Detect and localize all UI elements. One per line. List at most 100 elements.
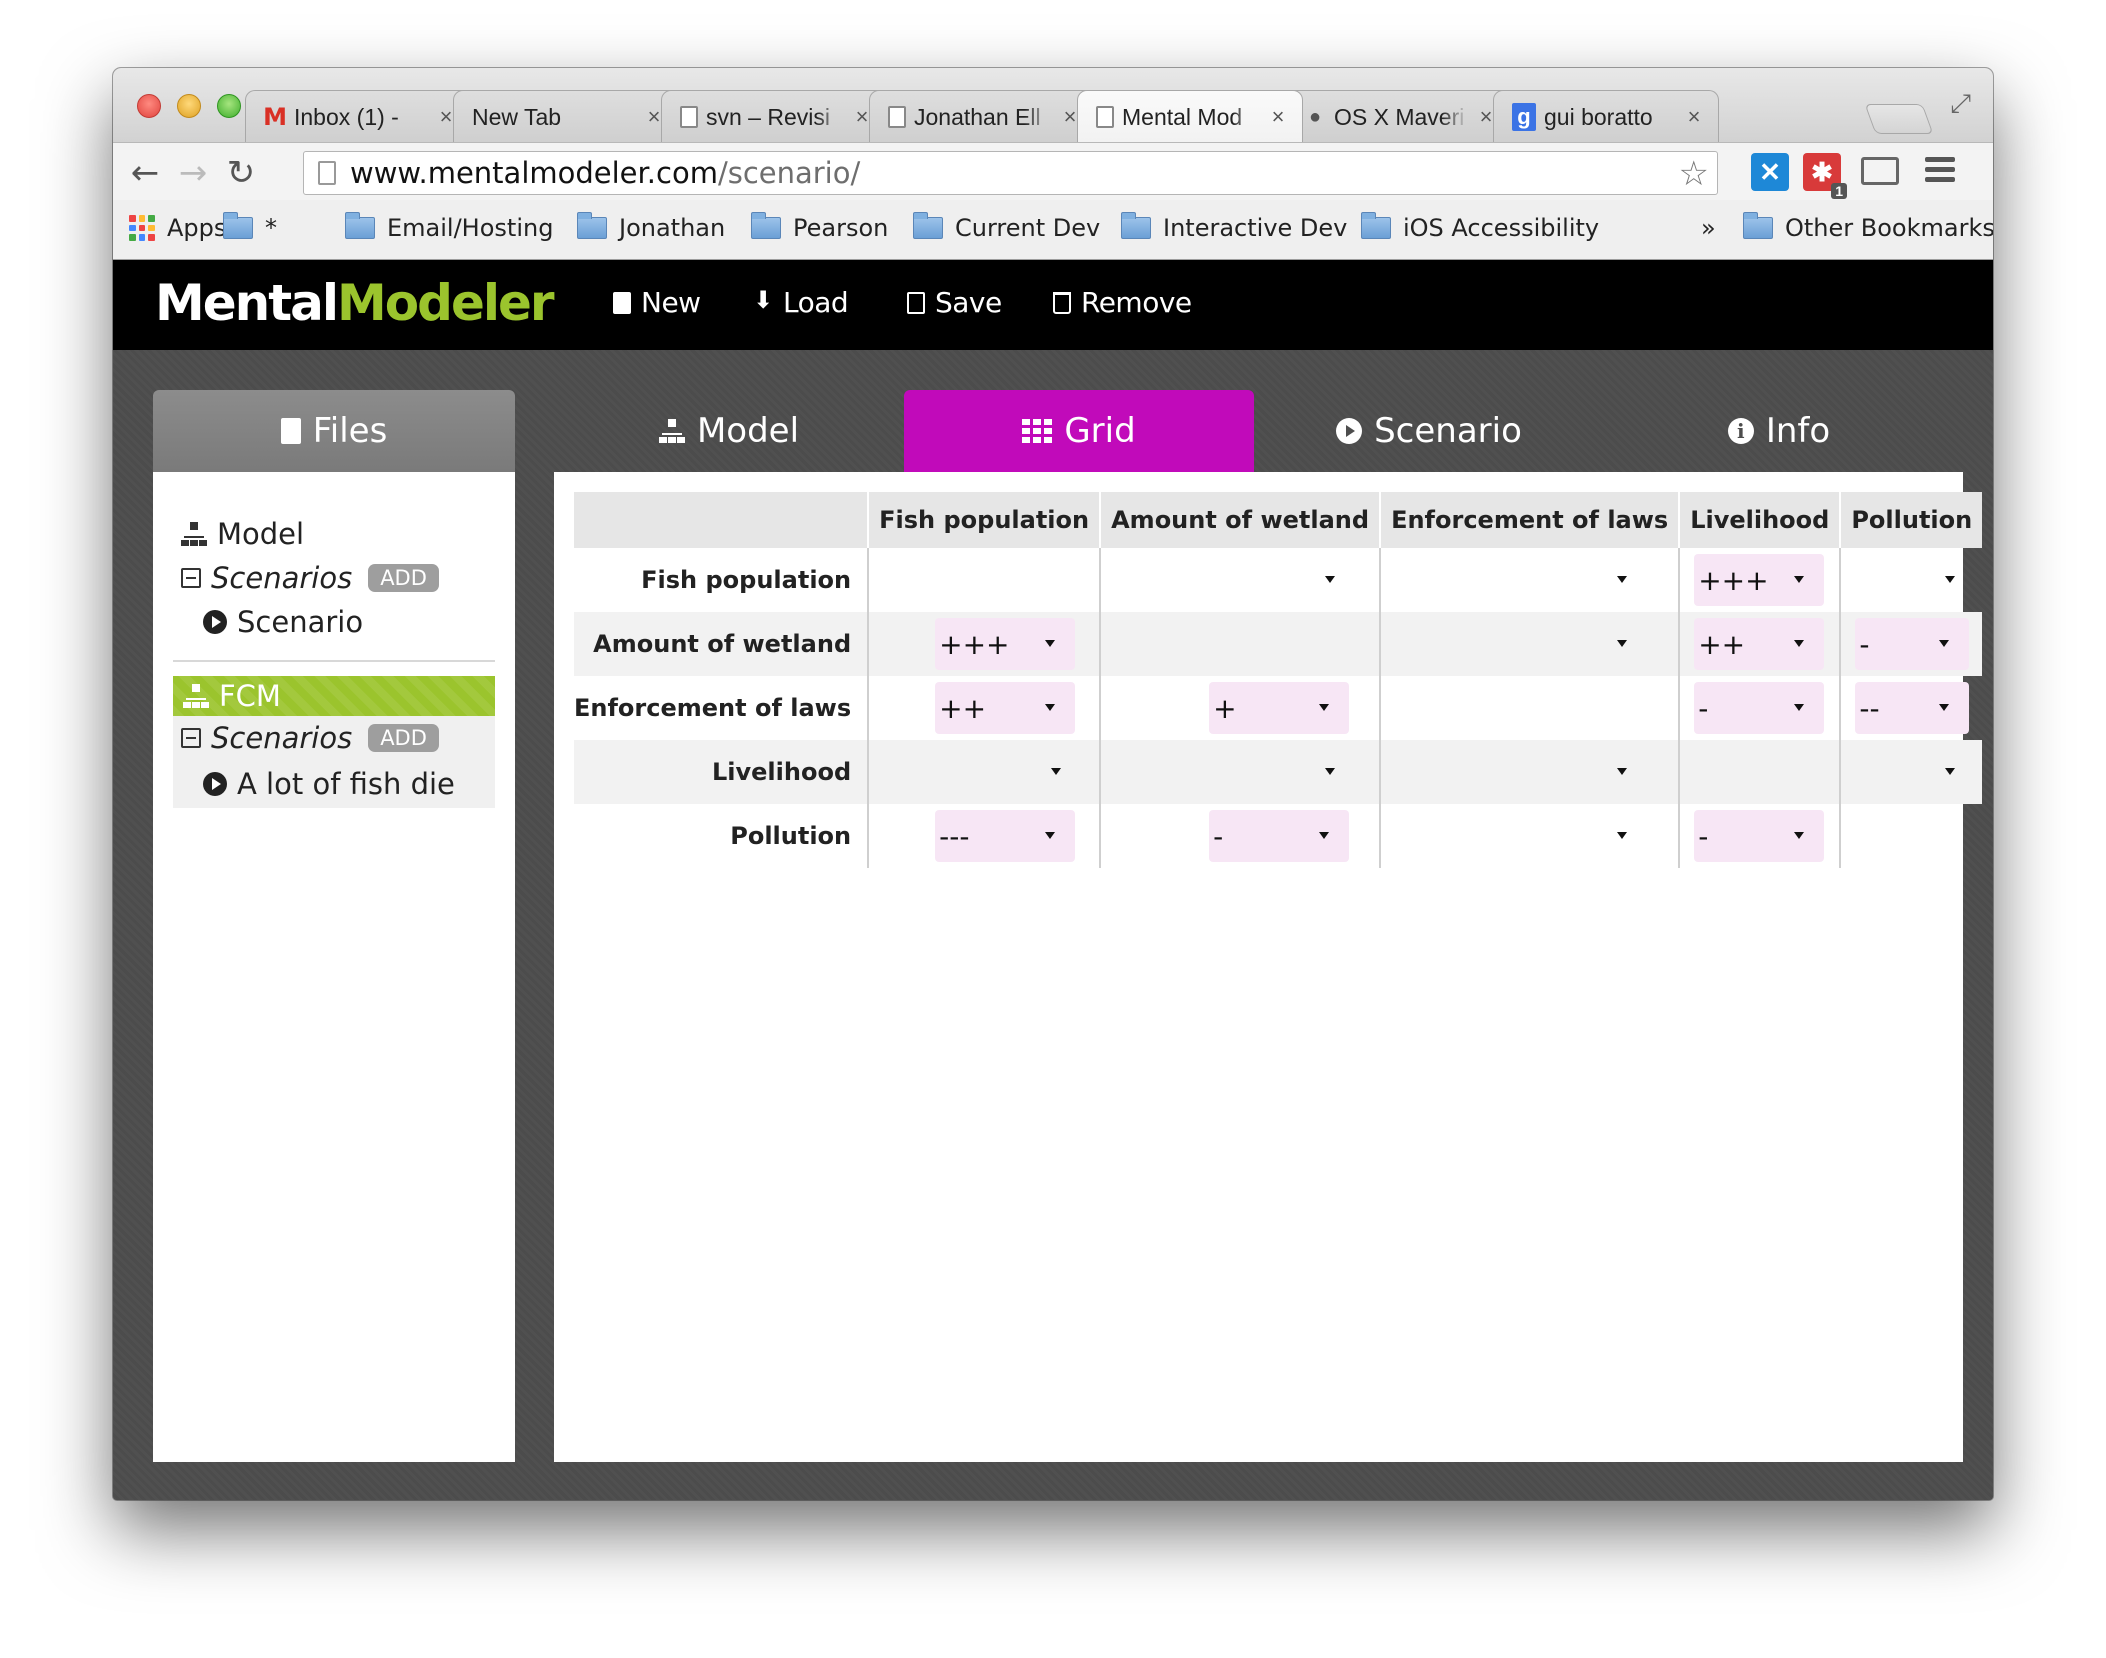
extension-icon[interactable]: ✕ <box>1751 153 1789 191</box>
tab-info[interactable]: i Info <box>1604 390 1954 472</box>
browser-tab[interactable]: g gui boratto × <box>1493 90 1719 142</box>
browser-window: M Inbox (1) - × New Tab × svn – Revisi × Jonath… <box>113 68 1993 1500</box>
relationship-dropdown[interactable]: -- <box>1855 682 1970 734</box>
tree-item-scenarios[interactable]: Scenarios ADD <box>173 556 495 600</box>
bookmark-folder[interactable]: iOS Accessibility <box>1361 212 1599 242</box>
forward-icon[interactable]: → <box>173 153 213 193</box>
caret-down-icon <box>1045 640 1056 647</box>
tab-title: Mental Mod <box>1122 103 1243 130</box>
relationship-dropdown[interactable] <box>981 746 1081 798</box>
bookmark-label: Email/Hosting <box>387 214 554 242</box>
bookmark-folder-star[interactable]: * <box>223 212 277 242</box>
bookmark-other[interactable]: Other Bookmarks <box>1743 212 1993 242</box>
remove-button[interactable]: Remove <box>1053 286 1192 319</box>
bookmark-apps[interactable]: Apps <box>129 214 226 242</box>
minimize-window-button[interactable] <box>177 94 201 118</box>
tree-item-scenarios[interactable]: Scenarios ADD <box>173 716 495 760</box>
relationship-dropdown[interactable] <box>1547 746 1647 798</box>
reload-icon[interactable]: ↻ <box>221 153 261 193</box>
page-icon <box>318 161 336 185</box>
relationship-dropdown[interactable] <box>1547 618 1647 670</box>
bookmark-folder[interactable]: Pearson <box>751 212 889 242</box>
folder-icon <box>751 212 781 239</box>
bookmark-star-icon[interactable]: ☆ <box>1679 154 1709 194</box>
files-label: Files <box>312 411 388 451</box>
relationship-dropdown[interactable]: ++ <box>935 682 1076 734</box>
browser-tab[interactable]: Mental Mod × <box>1077 90 1303 142</box>
collapse-icon[interactable] <box>181 728 201 748</box>
tree-item-scenario[interactable]: A lot of fish die <box>173 760 495 808</box>
relationship-dropdown[interactable] <box>1875 746 1975 798</box>
bookmark-folder[interactable]: Interactive Dev <box>1121 212 1348 242</box>
grid-cell <box>1379 804 1680 868</box>
add-scenario-button[interactable]: ADD <box>368 724 439 752</box>
bookmark-label: Interactive Dev <box>1163 214 1348 242</box>
browser-tab[interactable]: ● OS X Maveri × <box>1285 90 1511 142</box>
close-tab-icon[interactable]: × <box>1684 104 1704 130</box>
relationship-dropdown[interactable]: +++ <box>935 618 1076 670</box>
tree-item-fcm[interactable]: FCM <box>173 676 495 716</box>
menu-icon[interactable] <box>1925 157 1955 187</box>
grid-cell <box>1379 740 1680 804</box>
grid-cell <box>1099 740 1381 804</box>
tab-files[interactable]: Files <box>153 390 515 472</box>
relationship-dropdown[interactable] <box>1255 746 1355 798</box>
bookmark-folder[interactable]: Jonathan <box>577 212 725 242</box>
files-panel: Model Scenarios ADD Scenario FCM Scenari… <box>153 472 515 1462</box>
page-icon <box>888 106 906 128</box>
app-area: MentalModeler New Load Save Remove Files <box>113 260 1993 1500</box>
browser-tab[interactable]: Jonathan Ell × <box>869 90 1095 142</box>
bookmark-folder[interactable]: Current Dev <box>913 212 1101 242</box>
tab-title: Jonathan Ell <box>914 103 1041 130</box>
tree-item-model[interactable]: Model <box>173 512 495 556</box>
close-window-button[interactable] <box>137 94 161 118</box>
relationship-dropdown[interactable] <box>1255 554 1355 606</box>
caret-down-icon <box>1794 576 1805 583</box>
relationship-dropdown[interactable]: + <box>1209 682 1350 734</box>
collapse-icon[interactable] <box>181 568 201 588</box>
relationship-dropdown[interactable]: - <box>1855 618 1970 670</box>
relationship-dropdown[interactable]: - <box>1694 682 1825 734</box>
grid-row: Enforcement of laws ++ + - -- <box>574 676 1983 740</box>
grid-cell: ++ <box>1678 612 1841 676</box>
caret-down-icon <box>1617 832 1628 839</box>
browser-tab[interactable]: New Tab × <box>453 90 679 142</box>
relationship-dropdown[interactable]: - <box>1694 810 1825 862</box>
load-button[interactable]: Load <box>753 286 849 320</box>
bookmarks-overflow-button[interactable]: » <box>1701 214 1716 242</box>
relationship-dropdown[interactable]: --- <box>935 810 1076 862</box>
dropdown-value: ++ <box>1698 627 1746 661</box>
back-icon[interactable]: ← <box>125 153 165 193</box>
tab-model[interactable]: Model <box>554 390 904 472</box>
extension-icon[interactable]: ✱ 1 <box>1803 153 1847 199</box>
browser-tab[interactable]: M Inbox (1) - × <box>245 90 471 142</box>
address-bar[interactable]: www.mentalmodeler.com/scenario/ ☆ <box>303 151 1718 195</box>
relationship-dropdown[interactable]: - <box>1209 810 1350 862</box>
browser-tab[interactable]: svn – Revisi × <box>661 90 887 142</box>
tab-grid[interactable]: Grid <box>904 390 1254 472</box>
add-scenario-button[interactable]: ADD <box>368 564 439 592</box>
caret-down-icon <box>1051 768 1062 775</box>
page-icon <box>680 106 698 128</box>
relationship-dropdown[interactable] <box>1547 554 1647 606</box>
page-icon <box>1096 106 1114 128</box>
relationship-dropdown[interactable]: +++ <box>1694 554 1825 606</box>
tab-title: OS X Maveri <box>1334 103 1465 130</box>
relationship-dropdown[interactable] <box>1547 810 1647 862</box>
new-button[interactable]: New <box>613 286 701 319</box>
cast-icon[interactable] <box>1861 157 1899 185</box>
bookmark-folder[interactable]: Email/Hosting <box>345 212 554 242</box>
close-tab-icon[interactable]: × <box>1268 104 1288 130</box>
relationship-dropdown[interactable]: ++ <box>1694 618 1825 670</box>
zoom-window-button[interactable] <box>217 94 241 118</box>
fullscreen-icon[interactable]: ⤢ <box>1950 88 1971 120</box>
relationship-dropdown[interactable] <box>1875 554 1975 606</box>
tab-scenario[interactable]: Scenario <box>1254 390 1604 472</box>
grid-row: Pollution --- - - <box>574 804 1983 868</box>
new-tab-button[interactable] <box>1864 104 1934 134</box>
bookmark-label: Current Dev <box>955 214 1101 242</box>
tree-item-scenario[interactable]: Scenario <box>173 600 495 644</box>
folder-icon <box>577 212 607 239</box>
save-button[interactable]: Save <box>907 286 1002 319</box>
bookmark-label: Pearson <box>793 214 889 242</box>
